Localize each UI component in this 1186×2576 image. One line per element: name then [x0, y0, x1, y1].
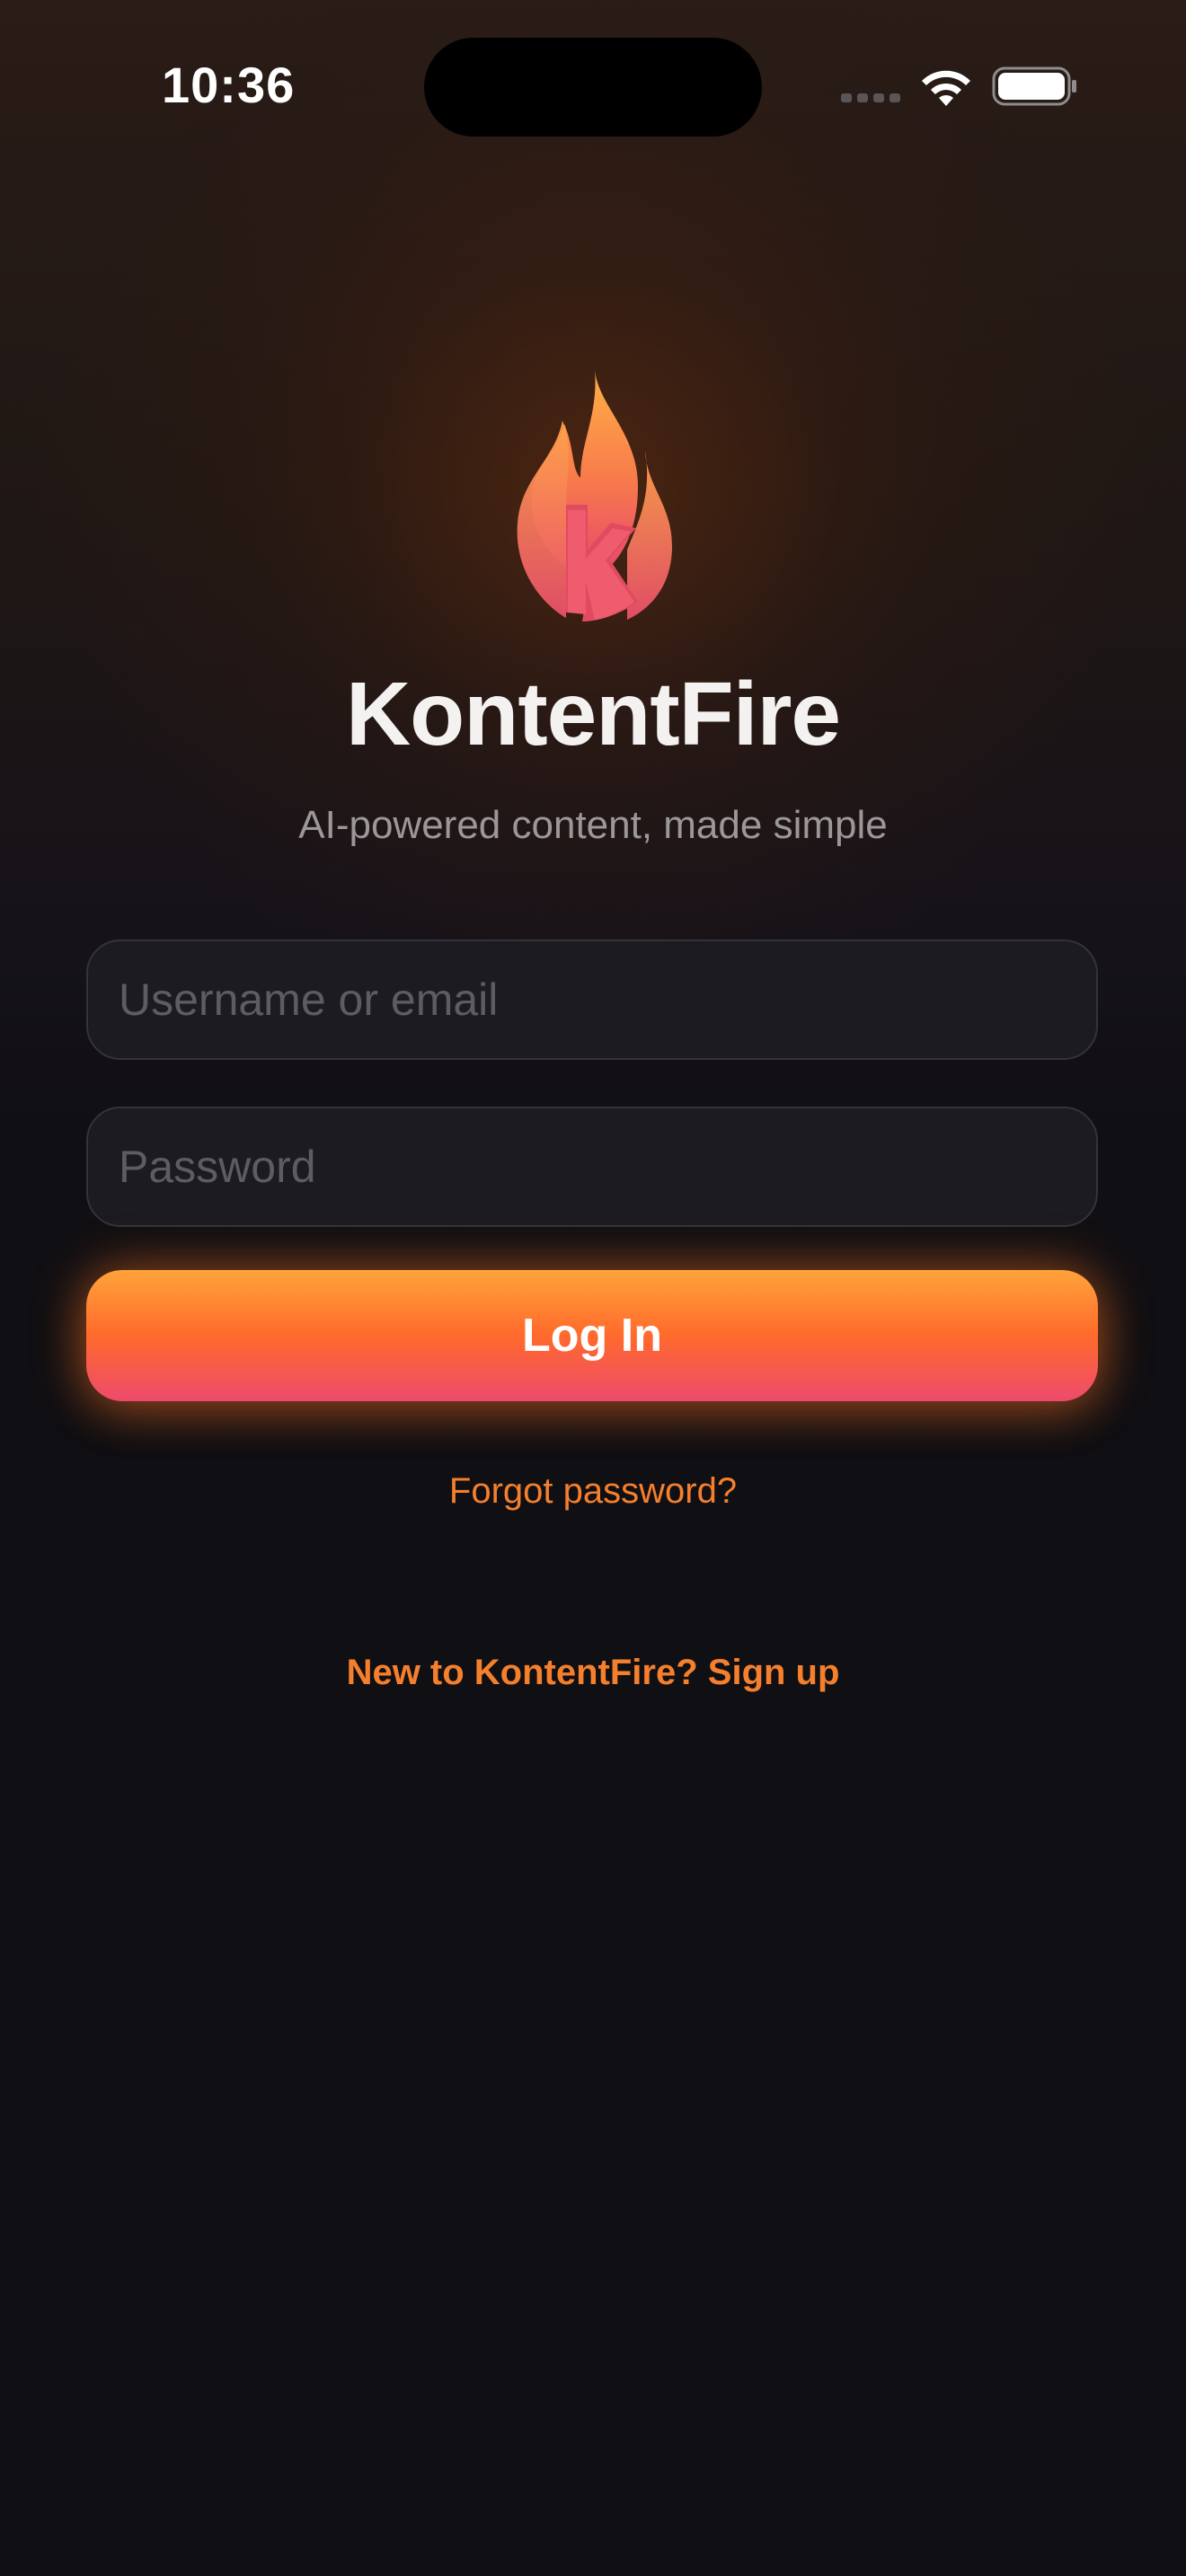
login-screen: 10:36 KontentFire AI-powered content, ma… — [0, 0, 1186, 2576]
app-tagline: AI-powered content, made simple — [298, 803, 888, 847]
login-button[interactable]: Log In — [86, 1270, 1098, 1401]
dynamic-island — [424, 38, 762, 137]
forgot-password-link[interactable]: Forgot password? — [0, 1471, 1186, 1512]
signup-link[interactable]: New to KontentFire? Sign up — [0, 1653, 1186, 1693]
flame-logo-icon — [517, 370, 672, 622]
cellular-signal-icon — [841, 93, 900, 102]
battery-icon — [992, 66, 1076, 106]
app-title: KontentFire — [345, 664, 841, 764]
username-email-input[interactable] — [86, 940, 1098, 1060]
status-time: 10:36 — [162, 57, 296, 113]
wifi-icon — [922, 70, 970, 106]
password-input[interactable] — [86, 1107, 1098, 1227]
